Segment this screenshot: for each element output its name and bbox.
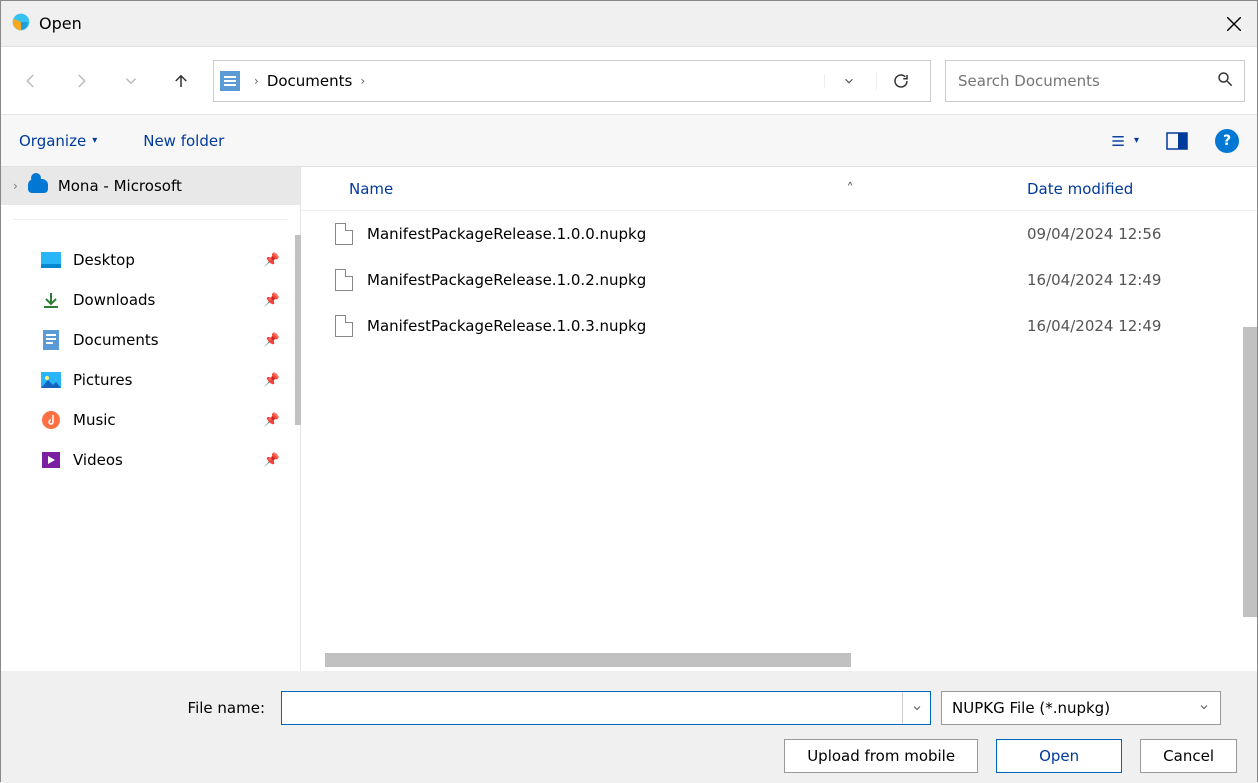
- file-rows: ManifestPackageRelease.1.0.0.nupkg 09/04…: [301, 211, 1257, 653]
- quick-item-label: Desktop: [73, 251, 135, 269]
- filename-combobox[interactable]: [281, 691, 931, 725]
- new-folder-button[interactable]: New folder: [143, 132, 224, 150]
- filename-input[interactable]: [282, 699, 902, 717]
- quick-item-label: Music: [73, 411, 116, 429]
- folder-icon: [220, 71, 240, 91]
- chevron-right-icon[interactable]: ›: [254, 74, 259, 88]
- downloads-icon: [41, 290, 61, 310]
- vertical-scrollbar[interactable]: [1243, 327, 1257, 617]
- chevron-right-icon[interactable]: ›: [360, 74, 365, 88]
- breadcrumb[interactable]: › Documents ›: [213, 60, 931, 102]
- pin-icon: 📌: [264, 373, 280, 388]
- footer: File name: NUPKG File (*.nupkg) Upload f…: [1, 671, 1257, 783]
- recent-locations-dropdown[interactable]: [113, 63, 149, 99]
- nav-tree: › Mona - Microsoft Desktop 📌 Downloads 📌…: [1, 167, 301, 671]
- column-header-date[interactable]: Date modified: [1027, 180, 1257, 198]
- file-row[interactable]: ManifestPackageRelease.1.0.2.nupkg 16/04…: [301, 257, 1257, 303]
- tree-root-onedrive[interactable]: › Mona - Microsoft: [1, 167, 300, 205]
- quick-item-music[interactable]: Music 📌: [13, 400, 288, 440]
- view-mode-dropdown[interactable]: ▾: [1111, 127, 1139, 155]
- quick-item-label: Pictures: [73, 371, 132, 389]
- open-button[interactable]: Open: [996, 739, 1122, 773]
- column-headers: Name ˄ Date modified: [301, 167, 1257, 211]
- organize-dropdown[interactable]: Organize ▾: [19, 132, 97, 150]
- file-name: ManifestPackageRelease.1.0.0.nupkg: [367, 225, 1027, 243]
- edge-icon: [11, 12, 31, 36]
- onedrive-icon: [28, 179, 48, 193]
- chevron-down-icon: ▾: [92, 135, 97, 146]
- pin-icon: 📌: [264, 333, 280, 348]
- quick-item-label: Videos: [73, 451, 123, 469]
- filetype-dropdown[interactable]: NUPKG File (*.nupkg): [941, 691, 1221, 725]
- nav-row: › Documents ›: [1, 47, 1257, 115]
- tree-root-label: Mona - Microsoft: [58, 177, 182, 195]
- file-date: 16/04/2024 12:49: [1027, 317, 1257, 335]
- titlebar: Open: [1, 1, 1257, 47]
- documents-icon: [41, 330, 61, 350]
- file-name: ManifestPackageRelease.1.0.3.nupkg: [367, 317, 1027, 335]
- horizontal-scrollbar[interactable]: [325, 653, 851, 667]
- filetype-value: NUPKG File (*.nupkg): [952, 699, 1110, 717]
- address-history-dropdown[interactable]: [824, 74, 872, 88]
- chevron-right-icon[interactable]: ›: [13, 179, 18, 193]
- close-button[interactable]: [1211, 1, 1257, 47]
- column-header-name[interactable]: Name ˄: [301, 180, 1027, 198]
- file-icon: [335, 315, 353, 337]
- window-title: Open: [39, 14, 82, 33]
- file-name: ManifestPackageRelease.1.0.2.nupkg: [367, 271, 1027, 289]
- refresh-button[interactable]: [876, 72, 924, 90]
- quick-item-pictures[interactable]: Pictures 📌: [13, 360, 288, 400]
- forward-button[interactable]: [63, 63, 99, 99]
- search-icon[interactable]: [1216, 70, 1234, 92]
- preview-pane-toggle[interactable]: [1163, 127, 1191, 155]
- pin-icon: 📌: [264, 413, 280, 428]
- quick-item-videos[interactable]: Videos 📌: [13, 440, 288, 480]
- file-date: 09/04/2024 12:56: [1027, 225, 1257, 243]
- breadcrumb-segment-documents[interactable]: Documents: [267, 72, 353, 90]
- quick-item-label: Documents: [73, 331, 159, 349]
- pictures-icon: [41, 370, 61, 390]
- quick-item-downloads[interactable]: Downloads 📌: [13, 280, 288, 320]
- videos-icon: [41, 450, 61, 470]
- back-button[interactable]: [13, 63, 49, 99]
- file-date: 16/04/2024 12:49: [1027, 271, 1257, 289]
- file-row[interactable]: ManifestPackageRelease.1.0.3.nupkg 16/04…: [301, 303, 1257, 349]
- cancel-button[interactable]: Cancel: [1140, 739, 1237, 773]
- up-button[interactable]: [163, 63, 199, 99]
- file-list-pane: Name ˄ Date modified ManifestPackageRele…: [301, 167, 1257, 671]
- desktop-icon: [41, 250, 61, 270]
- body: › Mona - Microsoft Desktop 📌 Downloads 📌…: [1, 167, 1257, 671]
- music-icon: [41, 410, 61, 430]
- file-icon: [335, 269, 353, 291]
- filename-dropdown-button[interactable]: [902, 692, 930, 724]
- search-box[interactable]: [945, 60, 1245, 102]
- chevron-down-icon: ▾: [1134, 135, 1139, 146]
- toolbar: Organize ▾ New folder ▾ ?: [1, 115, 1257, 167]
- help-button[interactable]: ?: [1215, 129, 1239, 153]
- upload-from-mobile-button[interactable]: Upload from mobile: [784, 739, 978, 773]
- sort-asc-icon: ˄: [846, 180, 854, 198]
- chevron-down-icon: [1198, 699, 1210, 717]
- file-row[interactable]: ManifestPackageRelease.1.0.0.nupkg 09/04…: [301, 211, 1257, 257]
- pin-icon: 📌: [264, 253, 280, 268]
- file-icon: [335, 223, 353, 245]
- quick-access: Desktop 📌 Downloads 📌 Documents 📌 Pictur…: [13, 219, 288, 480]
- search-input[interactable]: [956, 71, 1216, 91]
- quick-item-desktop[interactable]: Desktop 📌: [13, 240, 288, 280]
- quick-item-label: Downloads: [73, 291, 155, 309]
- quick-item-documents[interactable]: Documents 📌: [13, 320, 288, 360]
- pin-icon: 📌: [264, 453, 280, 468]
- filename-label: File name:: [21, 699, 271, 717]
- pin-icon: 📌: [264, 293, 280, 308]
